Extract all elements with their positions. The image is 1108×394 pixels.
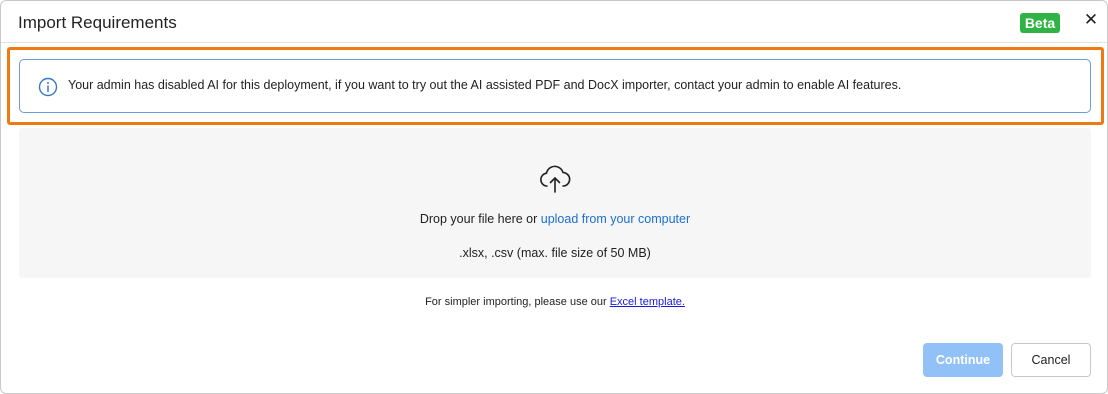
template-hint: For simpler importing, please use our Ex… <box>1 296 1108 308</box>
info-circle-icon <box>38 77 58 97</box>
accepted-file-types: .xlsx, .csv (max. file size of 50 MB) <box>459 246 651 260</box>
cloud-upload-icon <box>540 165 571 193</box>
upload-from-computer-link[interactable]: upload from your computer <box>541 212 690 226</box>
template-hint-text: For simpler importing, please use our <box>425 296 610 308</box>
excel-template-link[interactable]: Excel template. <box>610 296 685 308</box>
ai-disabled-alert: Your admin has disabled AI for this depl… <box>19 59 1091 113</box>
file-dropzone[interactable]: Drop your file here or upload from your … <box>19 128 1091 278</box>
drop-instructions: Drop your file here or upload from your … <box>19 212 1091 226</box>
drop-prompt: Drop your file here or <box>419 212 541 226</box>
dialog-title: Import Requirements <box>18 13 177 32</box>
continue-button[interactable]: Continue <box>923 343 1003 377</box>
beta-badge: Beta <box>1020 13 1060 33</box>
alert-message: Your admin has disabled AI for this depl… <box>68 78 902 92</box>
dialog-header: Import Requirements Beta ✕ <box>1 1 1107 43</box>
import-requirements-dialog: Import Requirements Beta ✕ Your admin ha… <box>0 0 1108 394</box>
close-icon[interactable]: ✕ <box>1081 10 1101 30</box>
cancel-button[interactable]: Cancel <box>1011 343 1091 377</box>
